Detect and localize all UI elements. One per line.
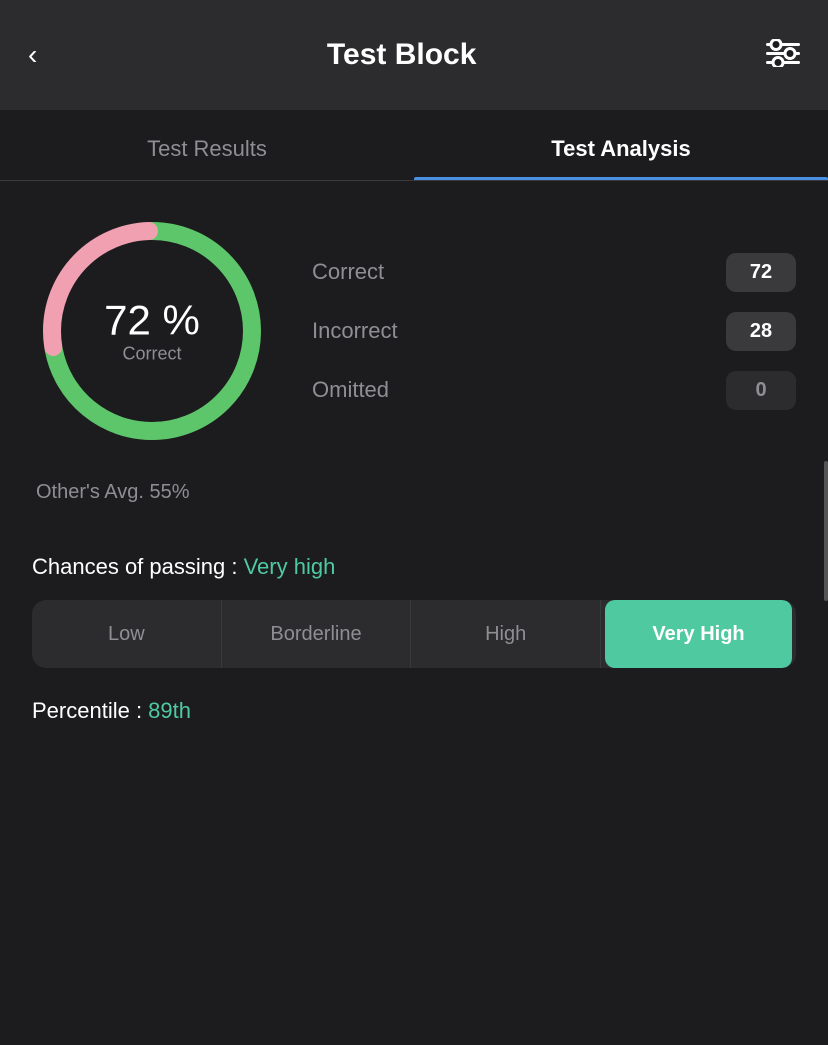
pass-high[interactable]: High: [411, 600, 601, 668]
tab-test-results[interactable]: Test Results: [0, 110, 414, 180]
donut-center-text: 72 % Correct: [104, 297, 200, 364]
passing-bar: Low Borderline High Very High: [32, 600, 796, 668]
pass-very-high[interactable]: Very High: [605, 600, 792, 668]
main-content: 72 % Correct Correct 72 Incorrect 28 Omi…: [0, 181, 828, 754]
percentile-text: Percentile : 89th: [32, 698, 796, 724]
stats-panel: Correct 72 Incorrect 28 Omitted 0: [312, 253, 796, 410]
tab-bar: Test Results Test Analysis: [0, 110, 828, 181]
settings-icon[interactable]: [766, 39, 800, 72]
back-button[interactable]: ‹: [28, 39, 37, 71]
stat-correct: Correct 72: [312, 253, 796, 292]
chances-text: Chances of passing : Very high: [32, 554, 796, 580]
stat-incorrect: Incorrect 28: [312, 312, 796, 351]
others-avg: Other's Avg. 55%: [32, 481, 796, 504]
score-section: 72 % Correct Correct 72 Incorrect 28 Omi…: [32, 211, 796, 451]
pass-low[interactable]: Low: [32, 600, 222, 668]
donut-chart: 72 % Correct: [32, 211, 272, 451]
tab-test-analysis[interactable]: Test Analysis: [414, 110, 828, 180]
pass-borderline[interactable]: Borderline: [222, 600, 412, 668]
stat-omitted: Omitted 0: [312, 371, 796, 410]
page-title: Test Block: [327, 38, 477, 72]
app-header: ‹ Test Block: [0, 0, 828, 110]
chances-section: Chances of passing : Very high Low Borde…: [32, 554, 796, 668]
